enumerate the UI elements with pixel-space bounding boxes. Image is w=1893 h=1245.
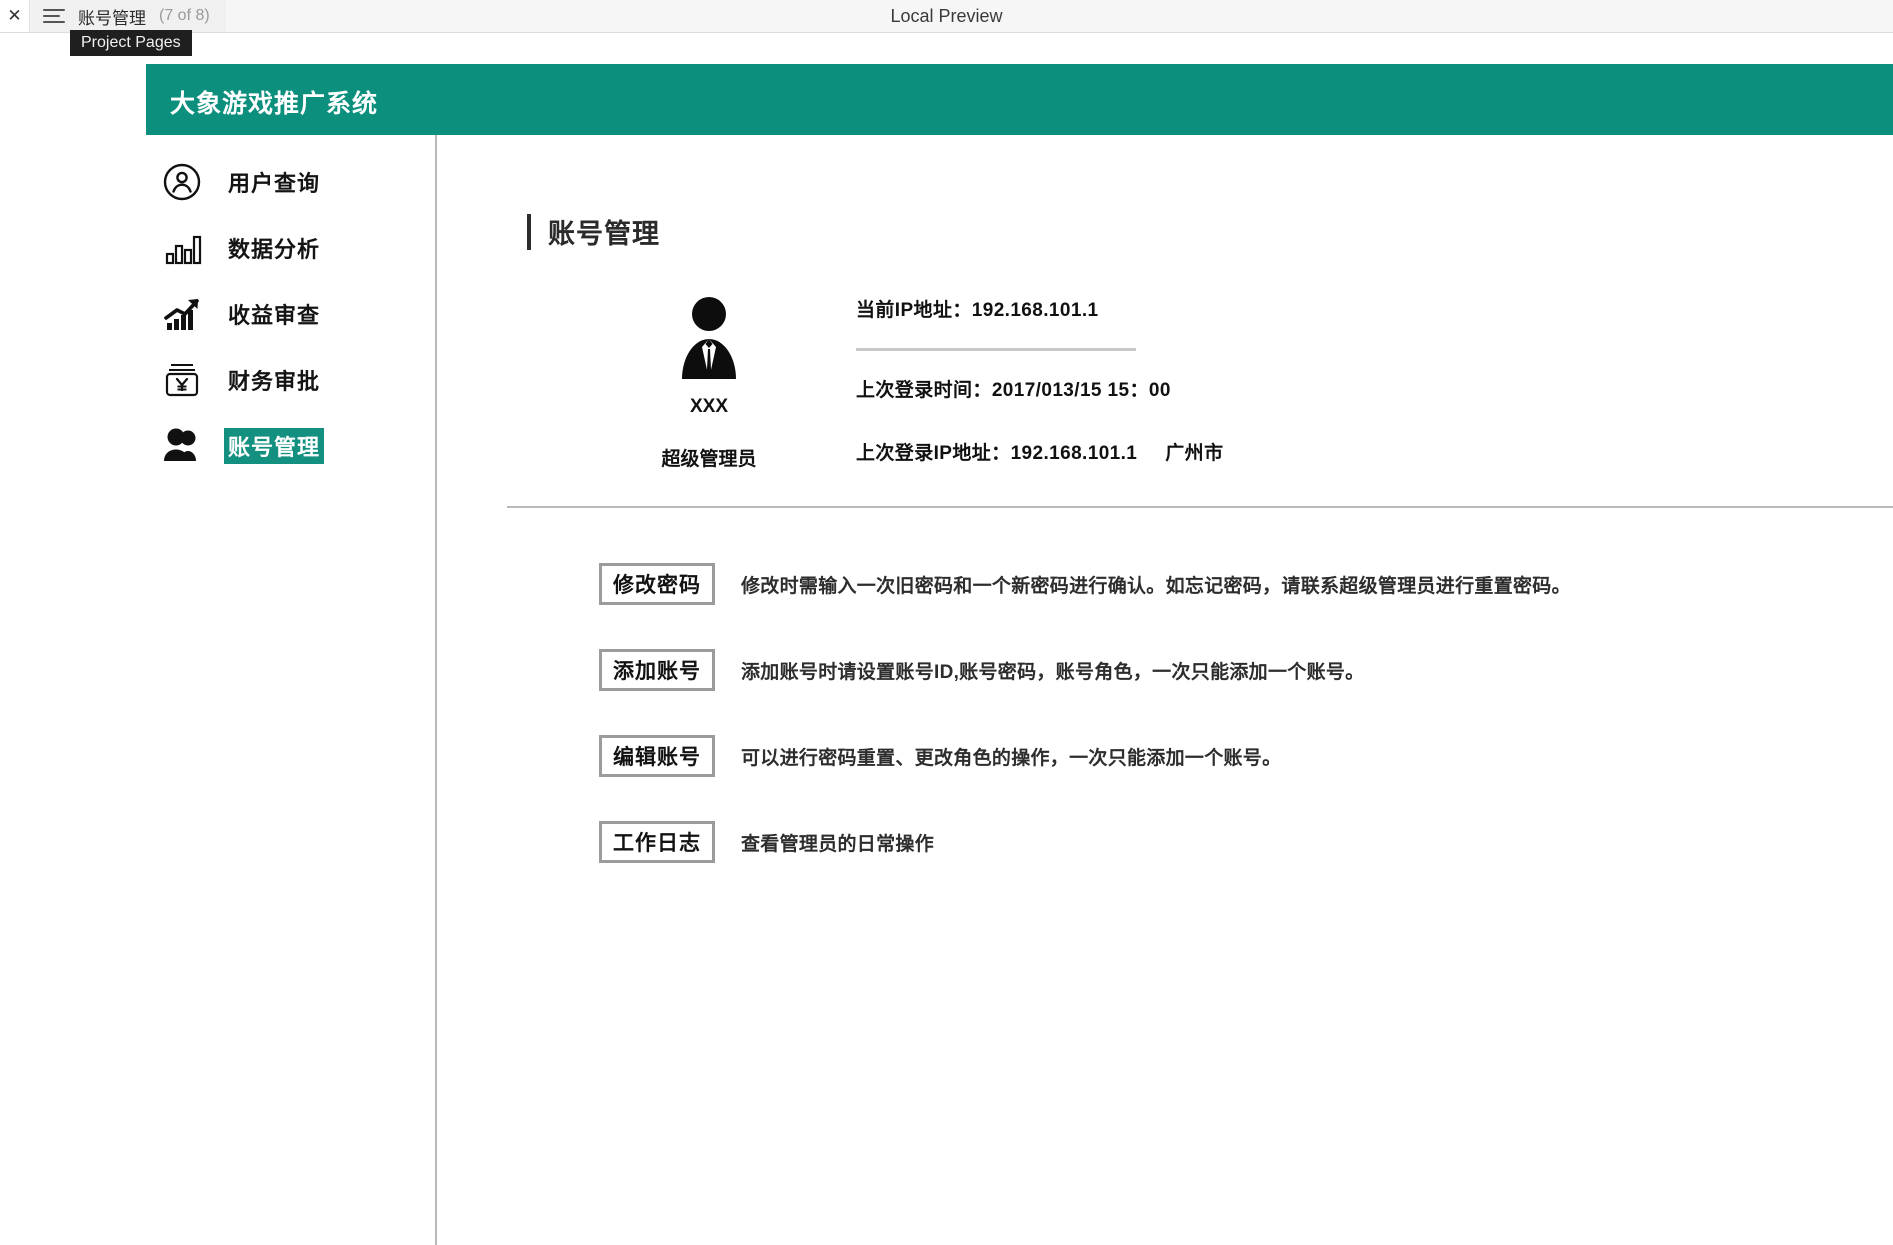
change-password-desc: 修改时需输入一次旧密码和一个新密码进行确认。如忘记密码，请联系超级管理员进行重置… [741,575,1571,597]
hamburger-icon[interactable] [43,9,65,23]
section-divider [507,506,1893,508]
trending-up-chart-icon [160,292,204,336]
work-log-desc: 查看管理员的日常操作 [741,833,935,855]
sidebar-item-user-query[interactable]: 用户查询 [160,153,425,211]
business-person-avatar-icon [672,295,746,384]
page-title-accent-bar [527,213,531,250]
app-header: 大象游戏推广系统 [146,64,1893,135]
sidebar-item-label: 收益审查 [228,303,321,328]
sidebar-item-data-analysis[interactable]: 数据分析 [160,219,425,277]
current-ip-label: 当前IP地址： [856,300,972,321]
main-content: 账号管理 XXX 超级管理员 当前IP地址：192.168.101.1 上次登录… [439,135,1893,1245]
page-title-wrap: 账号管理 [527,212,660,251]
close-icon[interactable]: ✕ [0,0,30,32]
sidebar: 用户查询 数据分析 收益审查 财务审批 账号管理 [146,135,437,1245]
tooltip-project-pages: Project Pages [70,30,192,56]
bar-chart-icon [160,226,204,270]
edit-account-desc: 可以进行密码重置、更改角色的操作，一次只能添加一个账号。 [741,747,1282,769]
last-ip-label: 上次登录IP地址： [856,443,1011,464]
last-login-ip-line: 上次登录IP地址：192.168.101.1 广州市 [856,438,1686,465]
sidebar-item-account-management[interactable]: 账号管理 [160,417,425,475]
action-row: 添加账号 添加账号时请设置账号ID,账号密码，账号角色，一次只能添加一个账号。 [599,639,1849,701]
info-divider [856,348,1136,351]
browser-chrome-bar: ✕ 账号管理 (7 of 8) Local Preview [0,0,1893,33]
action-row: 修改密码 修改时需输入一次旧密码和一个新密码进行确认。如忘记密码，请联系超级管理… [599,553,1849,615]
app-title: 大象游戏推广系统 [170,90,379,118]
action-list: 修改密码 修改时需输入一次旧密码和一个新密码进行确认。如忘记密码，请联系超级管理… [599,553,1849,897]
profile-info-column: 当前IP地址：192.168.101.1 上次登录时间：2017/013/15 … [856,295,1686,465]
sidebar-item-revenue-review[interactable]: 收益审查 [160,285,425,343]
users-icon [160,424,204,468]
last-login-value: 2017/013/15 15：00 [991,380,1171,401]
avatar-role: 超级管理员 [661,449,757,470]
sidebar-item-finance-approval[interactable]: 财务审批 [160,351,425,409]
tab-page-count: (7 of 8) [159,7,210,24]
last-login-time-line: 上次登录时间：2017/013/15 15：00 [856,375,1686,402]
current-ip-value: 192.168.101.1 [971,300,1099,321]
page-title: 账号管理 [548,219,660,249]
local-preview-label: Local Preview [890,6,1003,26]
tab-title: 账号管理 [78,8,146,28]
change-password-button[interactable]: 修改密码 [599,563,715,605]
last-login-label: 上次登录时间： [856,380,992,401]
yen-banknote-icon [160,358,204,402]
action-row: 工作日志 查看管理员的日常操作 [599,811,1849,873]
sidebar-item-label: 账号管理 [224,428,325,464]
sidebar-item-label: 数据分析 [228,237,321,262]
edit-account-button[interactable]: 编辑账号 [599,735,715,777]
work-log-button[interactable]: 工作日志 [599,821,715,863]
add-account-desc: 添加账号时请设置账号ID,账号密码，账号角色，一次只能添加一个账号。 [741,661,1365,683]
user-circle-icon [160,160,204,204]
avatar-name: XXX [689,396,729,417]
sidebar-item-label: 用户查询 [228,171,321,196]
profile-block: XXX 超级管理员 当前IP地址：192.168.101.1 上次登录时间：20… [629,295,1749,485]
preview-tab[interactable]: 账号管理 (7 of 8) [31,0,226,32]
avatar-column: XXX 超级管理员 [629,295,789,471]
app-window: 大象游戏推广系统 用户查询 数据分析 收益审查 财务审批 账号管理 账号管理 X… [146,64,1893,1245]
last-ip-city: 广州市 [1165,443,1224,464]
sidebar-item-label: 财务审批 [228,369,321,394]
last-ip-value: 192.168.101.1 [1010,443,1138,464]
current-ip-line: 当前IP地址：192.168.101.1 [856,295,1686,322]
action-row: 编辑账号 可以进行密码重置、更改角色的操作，一次只能添加一个账号。 [599,725,1849,787]
add-account-button[interactable]: 添加账号 [599,649,715,691]
